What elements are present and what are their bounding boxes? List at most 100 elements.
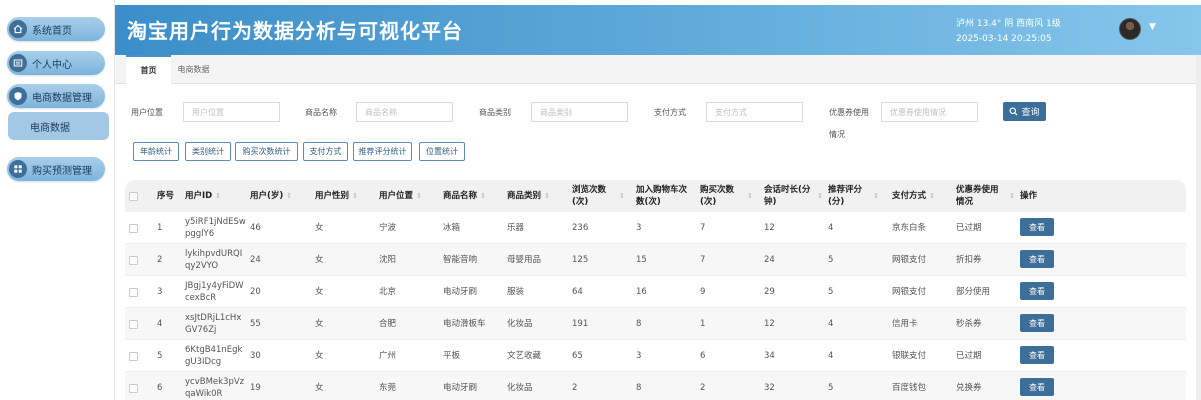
row-checkbox[interactable] — [129, 340, 143, 372]
payment-method-stats-button[interactable]: 支付方式 — [303, 142, 348, 161]
profile-card-icon — [9, 54, 27, 72]
column-header-label: 用户(岁) — [250, 191, 284, 201]
app-root: 系统首页 个人中心 电商数据管理 电商数据 购买预测管理 淘宝用户行为数据分析与… — [0, 0, 1201, 400]
grid-icon — [9, 160, 27, 178]
payment-method-input[interactable] — [706, 102, 803, 122]
column-header-session-duration[interactable]: 会话时长(分钟) ⇕ — [764, 180, 826, 212]
sidebar-item-purchase-prediction[interactable]: 购买预测管理 — [7, 157, 105, 181]
app-title: 淘宝用户行为数据分析与可视化平台 — [127, 19, 463, 43]
sidebar-item-profile[interactable]: 个人中心 — [7, 51, 105, 75]
column-header-payment[interactable]: 支付方式 ⇕ — [892, 180, 954, 212]
tab-ecommerce-data[interactable]: 电商数据 — [171, 55, 216, 84]
sort-icon[interactable]: ⇕ — [929, 190, 935, 202]
cell-location: 合肥 — [379, 319, 397, 329]
cell-product: 电动滑板车 — [443, 319, 486, 329]
cell-age: 19 — [250, 383, 261, 393]
row-checkbox[interactable] — [129, 308, 143, 340]
select-all-checkbox[interactable] — [129, 180, 143, 212]
column-header-rating[interactable]: 推荐评分(分) ⇕ — [828, 180, 890, 212]
table-row[interactable]: 4 xsJtDRjL1cHxGV76Zj 55 女 合肥 电动滑板车 化妆品 191 8 1 12 4… — [125, 308, 1186, 340]
sort-icon[interactable]: ⇕ — [544, 190, 550, 202]
cell-add-to-cart: 3 — [636, 351, 642, 361]
data-table: 序号 用户ID ⇕ 用户(岁) ⇕ 用户性别 ⇕ 用户位置 ⇕ 商品名称 ⇕ 商品类别 ⇕ … — [125, 180, 1186, 400]
sort-icon[interactable]: ⇕ — [747, 190, 753, 202]
sidebar-item-ecommerce-data-management[interactable]: 电商数据管理 — [7, 84, 105, 108]
column-header-purchases[interactable]: 购买次数(次) ⇕ — [700, 180, 762, 212]
view-button[interactable]: 查看 — [1020, 346, 1054, 364]
cell-coupon: 秒杀券 — [956, 319, 982, 329]
location-stats-button[interactable]: 位置统计 — [419, 142, 465, 161]
cell-age: 55 — [250, 319, 261, 329]
sort-icon[interactable]: ⇕ — [480, 190, 486, 202]
column-header-add-to-cart[interactable]: 加入购物车次数(次) — [636, 180, 698, 212]
purchase-count-stats-button[interactable]: 购买次数统计 — [235, 142, 298, 161]
sidebar-subitem-ecommerce-data[interactable]: 电商数据 — [8, 112, 109, 140]
cell-coupon: 已过期 — [956, 223, 982, 233]
cell-gender: 女 — [315, 383, 324, 393]
column-header-label: 商品类别 — [507, 191, 542, 201]
product-category-input[interactable] — [531, 102, 628, 122]
column-header-no: 序号 — [157, 180, 181, 212]
view-button[interactable]: 查看 — [1020, 314, 1054, 332]
column-header-label: 支付方式 — [892, 191, 927, 201]
sidebar-item-label: 购买预测管理 — [32, 165, 92, 177]
cell-rating: 4 — [828, 319, 834, 329]
column-header-views[interactable]: 浏览次数(次) ⇕ — [572, 180, 634, 212]
avatar[interactable] — [1119, 18, 1141, 40]
cell-no: 1 — [157, 223, 163, 233]
page-scrollbar[interactable] — [1196, 55, 1201, 400]
sort-icon[interactable]: ⇕ — [215, 190, 221, 202]
checkbox-box — [129, 191, 138, 201]
cell-add-to-cart: 16 — [636, 287, 647, 297]
column-header-product[interactable]: 商品名称 ⇕ — [443, 180, 505, 212]
row-checkbox[interactable] — [129, 212, 143, 244]
category-stats-button[interactable]: 类别统计 — [185, 142, 231, 161]
row-checkbox[interactable] — [129, 244, 143, 276]
age-stats-button[interactable]: 年龄统计 — [133, 142, 179, 161]
product-name-input[interactable] — [356, 102, 453, 122]
column-header-age[interactable]: 用户(岁) ⇕ — [250, 180, 312, 212]
cell-age: 30 — [250, 351, 261, 361]
table-row[interactable]: 1 y5iRF1jNdESwpgglY6 46 女 宁波 冰箱 乐器 236 3 7 12 4 京东白条… — [125, 212, 1186, 244]
row-checkbox[interactable] — [129, 372, 143, 400]
column-header-gender[interactable]: 用户性别 ⇕ — [315, 180, 377, 212]
cell-gender: 女 — [315, 223, 324, 233]
query-button[interactable]: 查询 — [1003, 102, 1046, 121]
coupon-usage-input[interactable] — [881, 102, 978, 122]
sort-icon[interactable]: ⇕ — [416, 190, 422, 202]
column-header-category[interactable]: 商品类别 ⇕ — [507, 180, 569, 212]
sidebar-item-home[interactable]: 系统首页 — [7, 17, 105, 41]
tab-home[interactable]: 首页 — [126, 55, 171, 84]
cell-session-duration: 24 — [764, 255, 775, 265]
sort-icon[interactable]: ⇕ — [619, 190, 625, 202]
row-checkbox[interactable] — [129, 276, 143, 308]
sort-icon[interactable]: ⇕ — [352, 190, 358, 202]
sort-icon[interactable]: ⇕ — [1009, 190, 1015, 202]
table-row[interactable]: 3 JBgj1y4yFiDWcexBcR 20 女 北京 电动牙刷 服装 64 16 9 29 5 网银… — [125, 276, 1186, 308]
cell-payment: 银联支付 — [892, 351, 927, 361]
view-button[interactable]: 查看 — [1020, 282, 1054, 300]
column-header-coupon[interactable]: 优惠券使用情况 ⇕ — [956, 180, 1018, 212]
view-button[interactable]: 查看 — [1020, 250, 1054, 268]
cell-session-duration: 29 — [764, 287, 775, 297]
chevron-down-icon[interactable]: ▼ — [1149, 22, 1156, 32]
column-header-location[interactable]: 用户位置 ⇕ — [379, 180, 441, 212]
column-header-label: 优惠券使用情况 — [956, 185, 999, 207]
cell-rating: 4 — [828, 351, 834, 361]
tab-bar: 首页 电商数据 — [115, 55, 1201, 84]
table-row[interactable]: 6 ycvBMek3pVzqaWik0R 19 女 东莞 电动牙刷 化妆品 2 8 2 32 5 百度钱… — [125, 372, 1186, 400]
table-row[interactable]: 5 6KtgB41nEgkgU3IDcg 30 女 广州 平板 文艺收藏 65 3 6 34 4 银联支… — [125, 340, 1186, 372]
sort-icon[interactable]: ⇕ — [286, 190, 292, 202]
rating-stats-button[interactable]: 推荐评分统计 — [353, 142, 412, 161]
view-button[interactable]: 查看 — [1020, 378, 1054, 396]
cell-views: 191 — [572, 319, 589, 329]
column-header-actions: 操作 — [1020, 180, 1060, 212]
sort-icon[interactable]: ⇕ — [873, 190, 879, 202]
cell-views: 125 — [572, 255, 589, 265]
cell-coupon: 兑换券 — [956, 383, 982, 393]
user-location-input[interactable] — [183, 102, 280, 122]
view-button[interactable]: 查看 — [1020, 218, 1054, 236]
sort-icon[interactable]: ⇕ — [817, 190, 823, 202]
table-row[interactable]: 2 lykihpvdURQIqy2VYO 24 女 沈阳 智能音响 母婴用品 125 15 7 24… — [125, 244, 1186, 276]
column-header-user-id[interactable]: 用户ID ⇕ — [185, 180, 247, 212]
